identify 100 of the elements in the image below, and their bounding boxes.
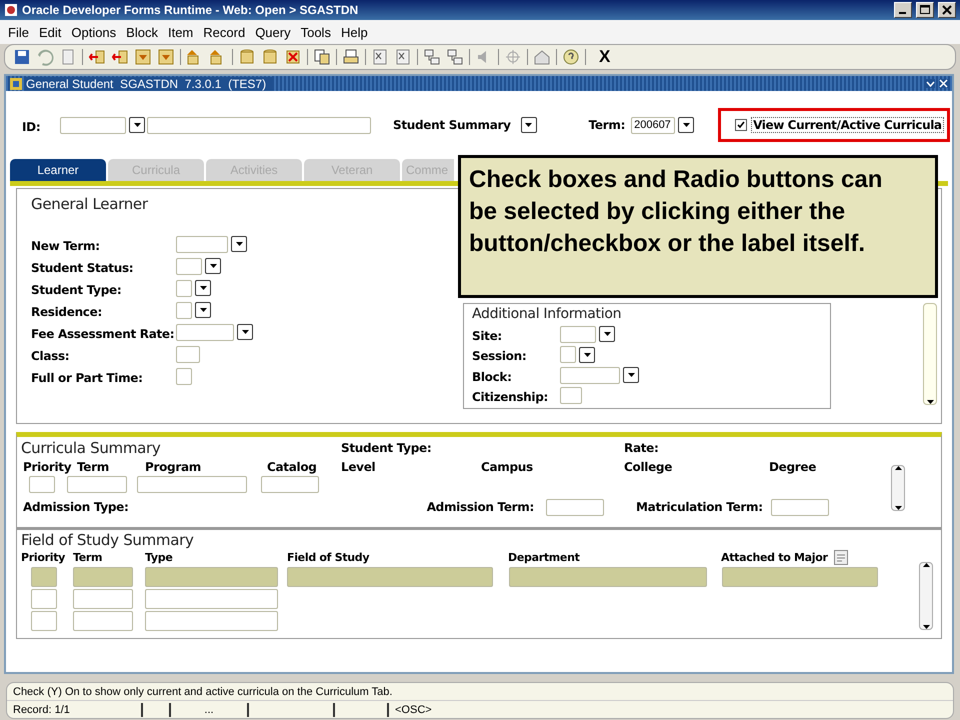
blocks-icon[interactable] bbox=[446, 48, 464, 66]
menu-item[interactable]: Edit bbox=[34, 22, 66, 42]
close-icon[interactable] bbox=[939, 79, 948, 88]
checkbox-label[interactable]: View Current/Active Curricula bbox=[751, 117, 944, 133]
dropdown-button[interactable] bbox=[195, 302, 211, 318]
input-field[interactable] bbox=[137, 476, 247, 492]
dropdown-button[interactable] bbox=[678, 117, 694, 133]
field-label: ID: bbox=[22, 120, 40, 134]
menu-item[interactable]: Help bbox=[336, 22, 372, 42]
database-delete-icon[interactable] bbox=[284, 48, 302, 66]
input-field[interactable] bbox=[560, 366, 620, 384]
database-icon[interactable] bbox=[238, 48, 256, 66]
column-header: Campus bbox=[481, 460, 533, 474]
maximize-icon[interactable] bbox=[916, 2, 934, 18]
field-label: Matriculation Term: bbox=[636, 500, 763, 514]
table-cell[interactable] bbox=[509, 567, 707, 587]
table-cell[interactable] bbox=[73, 567, 133, 587]
column-header: Department bbox=[508, 550, 580, 564]
scrollbar[interactable] bbox=[891, 465, 905, 511]
field-label: Student Type: bbox=[341, 441, 432, 455]
help-icon[interactable] bbox=[562, 48, 580, 66]
menu-item[interactable]: Query bbox=[251, 22, 295, 42]
input-field[interactable] bbox=[176, 280, 192, 296]
section-title: Field of Study Summary bbox=[21, 532, 195, 548]
caret-icon bbox=[236, 242, 242, 246]
scrollbar[interactable] bbox=[923, 303, 937, 405]
close-icon[interactable] bbox=[938, 2, 956, 18]
dropdown-button[interactable] bbox=[195, 280, 211, 296]
input-field[interactable] bbox=[560, 387, 582, 404]
column-header: Term bbox=[77, 460, 109, 474]
undo-icon[interactable] bbox=[36, 48, 54, 66]
down-box-icon[interactable] bbox=[157, 48, 175, 66]
exit-button[interactable]: X bbox=[599, 47, 610, 67]
minimize-icon[interactable] bbox=[894, 2, 912, 18]
table-cell[interactable] bbox=[722, 567, 878, 587]
save-icon[interactable] bbox=[13, 48, 31, 66]
chevron-down-icon[interactable] bbox=[926, 79, 935, 88]
input-field[interactable] bbox=[67, 476, 127, 492]
caret-icon bbox=[200, 308, 206, 312]
dropdown-button[interactable] bbox=[579, 346, 595, 363]
table-cell[interactable] bbox=[145, 589, 278, 609]
caret-icon bbox=[525, 123, 532, 127]
caret-icon bbox=[922, 625, 930, 629]
column-header: Attached to Major bbox=[721, 550, 828, 564]
dropdown-button[interactable] bbox=[520, 117, 537, 133]
database-icon[interactable] bbox=[261, 48, 279, 66]
menu-item[interactable]: Tools bbox=[296, 22, 335, 42]
dropdown-button[interactable] bbox=[623, 367, 639, 384]
input-field[interactable] bbox=[176, 324, 234, 340]
input-field[interactable] bbox=[176, 368, 192, 384]
document-x-icon[interactable] bbox=[394, 48, 412, 66]
up-caret-icon bbox=[922, 563, 930, 567]
input-field[interactable] bbox=[176, 302, 192, 318]
table-cell[interactable] bbox=[31, 567, 57, 587]
table-cell[interactable] bbox=[31, 611, 57, 631]
field-label: Fee Assessment Rate: bbox=[31, 326, 174, 340]
menu-item[interactable]: Options bbox=[67, 22, 120, 42]
input-field[interactable] bbox=[176, 346, 200, 362]
printer-icon[interactable] bbox=[342, 48, 360, 66]
dropdown-button[interactable] bbox=[129, 117, 145, 133]
dropdown-button[interactable] bbox=[205, 258, 221, 274]
table-cell[interactable] bbox=[73, 589, 133, 609]
table-cell[interactable] bbox=[287, 567, 493, 587]
input-field[interactable] bbox=[60, 116, 126, 134]
table-cell[interactable] bbox=[31, 589, 57, 609]
scrollbar[interactable] bbox=[919, 562, 933, 630]
input-field[interactable] bbox=[560, 346, 576, 364]
copy-icon[interactable] bbox=[313, 48, 331, 66]
document-x-icon[interactable] bbox=[371, 48, 389, 66]
status-text: ... bbox=[204, 704, 214, 716]
table-cell[interactable] bbox=[73, 611, 133, 631]
menu-item[interactable]: Item bbox=[164, 22, 198, 42]
table-cell[interactable] bbox=[145, 567, 278, 587]
input-field[interactable]: 200607 bbox=[631, 116, 676, 134]
input-field[interactable] bbox=[176, 258, 202, 274]
checkbox[interactable] bbox=[735, 119, 748, 131]
field-label: Full or Part Time: bbox=[31, 370, 143, 384]
menu-item[interactable]: File bbox=[4, 22, 33, 42]
field-label: Site: bbox=[472, 328, 502, 343]
dropdown-button[interactable] bbox=[231, 236, 247, 252]
table-cell[interactable] bbox=[145, 611, 278, 631]
dropdown-button[interactable] bbox=[599, 326, 615, 342]
input-field[interactable] bbox=[29, 476, 55, 492]
arrow-into-box-icon[interactable] bbox=[88, 48, 106, 66]
dropdown-button[interactable] bbox=[237, 324, 253, 340]
blocks-icon[interactable] bbox=[423, 48, 441, 66]
menu-item[interactable]: Block bbox=[122, 22, 162, 42]
caret-icon bbox=[242, 330, 248, 334]
crosshair-icon[interactable] bbox=[504, 48, 522, 66]
input-field[interactable] bbox=[261, 476, 319, 492]
input-field[interactable] bbox=[546, 498, 604, 516]
tab[interactable]: Learner bbox=[10, 159, 106, 181]
input-field[interactable] bbox=[147, 116, 371, 134]
mode-indicator: <OSC> bbox=[395, 704, 432, 716]
input-field[interactable] bbox=[770, 498, 829, 516]
document-icon[interactable] bbox=[834, 550, 848, 564]
input-field[interactable] bbox=[176, 236, 228, 252]
input-field[interactable] bbox=[560, 326, 596, 343]
menu-item[interactable]: Record bbox=[199, 22, 250, 42]
house-icon[interactable] bbox=[533, 48, 551, 66]
